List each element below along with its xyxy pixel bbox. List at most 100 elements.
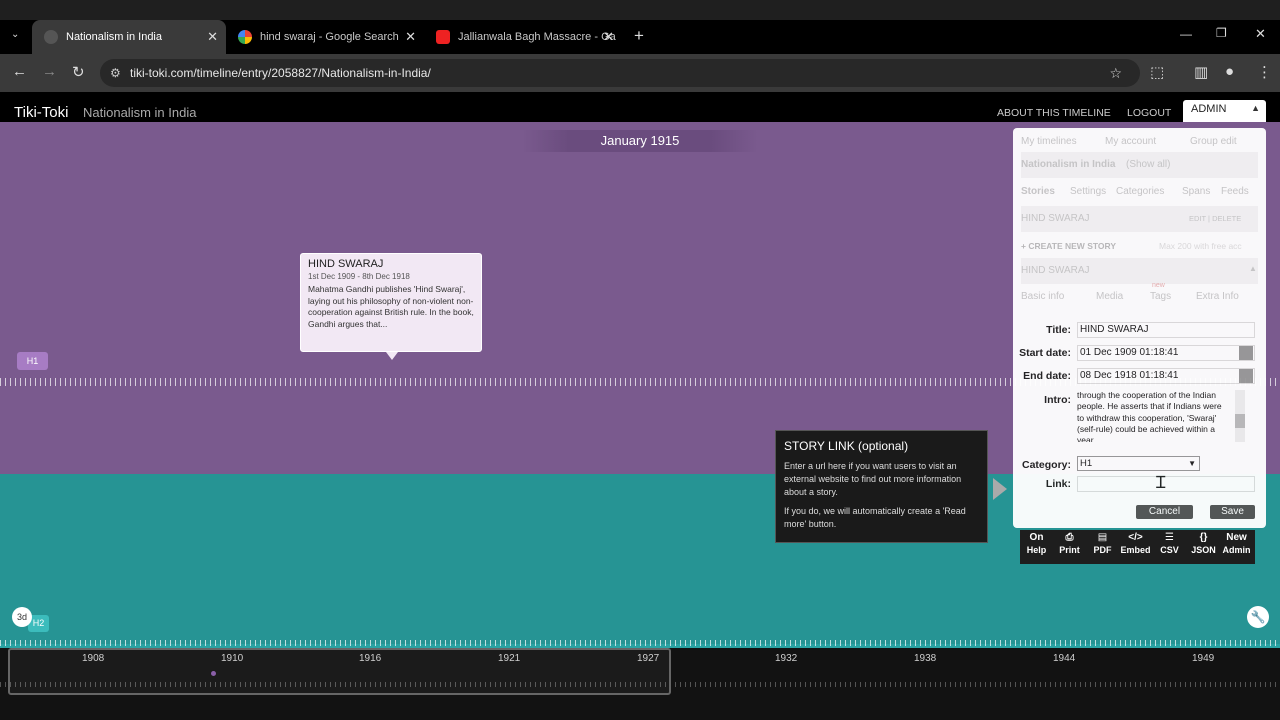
story-list-item[interactable]: HIND SWARAJ EDIT | DELETE	[1021, 206, 1258, 232]
calendar-icon[interactable]	[1239, 369, 1253, 383]
embed-button[interactable]: </> Embed	[1119, 530, 1152, 555]
bookmark-star-icon[interactable]: ☆	[1109, 59, 1122, 87]
timeline-row: Nationalism in India (Show all)	[1021, 152, 1258, 178]
title-input[interactable]: HIND SWARAJ	[1077, 322, 1255, 338]
year-label: 1910	[221, 653, 244, 664]
subnav-categories[interactable]: Categories	[1116, 186, 1164, 197]
edit-tab-media[interactable]: Media	[1096, 291, 1123, 302]
json-button[interactable]: {} JSON	[1187, 530, 1220, 555]
start-date-input[interactable]: 01 Dec 1909 01:18:41	[1077, 345, 1255, 361]
help-button[interactable]: On Help	[1020, 530, 1053, 555]
end-date-label: End date:	[1023, 370, 1071, 382]
start-date-label: Start date:	[1019, 347, 1071, 359]
tab-youtube[interactable]: Jallianwala Bagh Massacre - Ga ✕	[424, 20, 622, 54]
year-label: 1944	[1053, 653, 1076, 664]
back-icon[interactable]: ←	[12, 63, 27, 80]
restore-icon[interactable]: ❐	[1216, 26, 1227, 40]
intro-scrollbar[interactable]	[1235, 390, 1245, 442]
side-panel-icon[interactable]: ▥	[1194, 63, 1208, 81]
tiki-toki-app: Tiki-Toki Nationalism in India ABOUT THI…	[0, 92, 1280, 720]
tab-google-search[interactable]: hind swaraj - Google Search ✕	[226, 20, 424, 54]
admin-tab[interactable]: ADMIN ▲	[1183, 100, 1266, 124]
close-icon[interactable]: ✕	[603, 29, 614, 45]
edit-tab-extra[interactable]: Extra Info	[1196, 291, 1239, 302]
story-card[interactable]: HIND SWARAJ 1st Dec 1909 - 8th Dec 1918 …	[300, 253, 482, 352]
close-icon[interactable]: ✕	[207, 29, 218, 45]
globe-icon	[44, 30, 58, 44]
close-window-icon[interactable]: ✕	[1255, 26, 1266, 42]
braces-icon: {}	[1199, 532, 1208, 543]
view-3d-button[interactable]: 3d	[12, 607, 32, 627]
intro-textarea[interactable]: through the cooperation of the Indian pe…	[1077, 390, 1245, 442]
story-pointer	[386, 352, 398, 360]
close-icon[interactable]: ✕	[405, 29, 416, 45]
nav-viewport[interactable]	[8, 648, 671, 695]
save-button[interactable]: Save	[1210, 505, 1255, 519]
create-story-button[interactable]: + CREATE NEW STORY	[1021, 241, 1116, 251]
edit-tab-tags[interactable]: Tags	[1150, 291, 1171, 302]
year-label: 1916	[359, 653, 382, 664]
reload-icon[interactable]: ↻	[72, 63, 85, 81]
new-admin-button[interactable]: New Admin	[1220, 530, 1253, 555]
browser-toolbar: ← → ↻ ⚙ tiki-toki.com/timeline/entry/205…	[0, 54, 1280, 92]
tab-search-icon[interactable]: ⌄	[11, 29, 19, 40]
edit-tab-basic[interactable]: Basic info	[1021, 291, 1064, 302]
subnav-spans[interactable]: Spans	[1182, 186, 1210, 197]
site-info-icon[interactable]: ⚙	[110, 59, 121, 87]
forward-icon[interactable]: →	[42, 63, 57, 80]
subnav-feeds[interactable]: Feeds	[1221, 186, 1249, 197]
tooltip-title: STORY LINK (optional)	[784, 439, 909, 453]
menu-icon[interactable]: ⋮	[1257, 63, 1272, 81]
link-input[interactable]	[1077, 476, 1255, 492]
my-timelines-link[interactable]: My timelines	[1021, 136, 1077, 147]
list-icon: ☰	[1165, 532, 1174, 543]
new-tab-button[interactable]: +	[634, 26, 644, 46]
category-select[interactable]: H1 ▼	[1077, 456, 1200, 471]
profile-icon[interactable]: ●	[1225, 63, 1234, 80]
tab-strip: ⌄ Nationalism in India ✕ hind swaraj - G…	[0, 20, 1280, 54]
brand-logo[interactable]: Tiki-Toki	[14, 104, 68, 121]
end-date-input[interactable]: 08 Dec 1918 01:18:41	[1077, 368, 1255, 384]
timeline-title: Nationalism in India	[83, 105, 197, 120]
tooltip-pointer	[993, 478, 1007, 500]
year-label: 1908	[82, 653, 105, 664]
pdf-button[interactable]: ▤ PDF	[1086, 530, 1119, 555]
print-icon: ⎙	[1065, 532, 1074, 543]
story-dates: 1st Dec 1909 - 8th Dec 1918	[308, 272, 410, 281]
code-icon: </>	[1128, 532, 1143, 543]
year-label: 1949	[1192, 653, 1215, 664]
google-icon	[238, 30, 252, 44]
extensions-icon[interactable]: ⬚	[1150, 63, 1164, 81]
current-date: January 1915	[522, 130, 758, 152]
cancel-button[interactable]: Cancel	[1136, 505, 1193, 519]
editing-header: HIND SWARAJ ▲	[1021, 258, 1258, 284]
wrench-icon[interactable]: 🔧	[1247, 606, 1269, 628]
csv-button[interactable]: ☰ CSV	[1153, 530, 1186, 555]
collapse-icon[interactable]: ▲	[1249, 264, 1257, 273]
tab-nationalism[interactable]: Nationalism in India ✕	[32, 20, 226, 54]
tooltip-text: Enter a url here if you want users to vi…	[784, 461, 962, 497]
minimize-icon[interactable]: —	[1180, 27, 1192, 41]
story-title: HIND SWARAJ	[308, 258, 384, 270]
print-button[interactable]: ⎙ Print	[1053, 530, 1086, 555]
year-label: 1927	[637, 653, 660, 664]
link-label: Link:	[1045, 478, 1071, 490]
chevron-down-icon: ▼	[1188, 459, 1196, 468]
category-label-h1[interactable]: H1	[17, 352, 48, 370]
year-label: 1932	[775, 653, 798, 664]
subnav-settings[interactable]: Settings	[1070, 186, 1106, 197]
address-bar[interactable]: ⚙ tiki-toki.com/timeline/entry/2058827/N…	[100, 59, 1140, 87]
subnav-stories[interactable]: Stories	[1021, 186, 1055, 197]
nav-story-marker[interactable]	[211, 671, 216, 676]
new-badge: new	[1152, 282, 1165, 289]
my-account-link[interactable]: My account	[1105, 136, 1156, 147]
about-link[interactable]: ABOUT THIS TIMELINE	[997, 107, 1111, 119]
group-edit-link[interactable]: Group edit	[1190, 136, 1237, 147]
pdf-icon: ▤	[1097, 532, 1108, 543]
intro-label: Intro:	[1044, 394, 1071, 406]
logout-link[interactable]: LOGOUT	[1127, 107, 1171, 119]
collapse-icon: ▲	[1251, 103, 1260, 113]
calendar-icon[interactable]	[1239, 346, 1253, 360]
timeline-navigator[interactable]: 1908 1910 1916 1921 1927 1932 1938 1944 …	[0, 648, 1280, 720]
category-label: Category:	[1021, 459, 1071, 471]
